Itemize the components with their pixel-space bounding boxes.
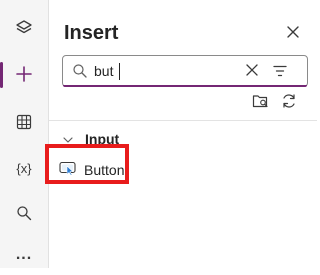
close-button[interactable] bbox=[281, 22, 305, 46]
tree-view-button[interactable] bbox=[0, 8, 48, 48]
data-table-icon bbox=[16, 114, 32, 130]
group-label: Input bbox=[85, 131, 120, 147]
search-rail-button[interactable] bbox=[0, 193, 48, 233]
search-icon bbox=[72, 63, 88, 84]
folder-search-icon bbox=[252, 93, 270, 114]
button-icon bbox=[59, 159, 77, 182]
more-icon: ... bbox=[15, 246, 33, 263]
search-icon bbox=[16, 205, 32, 221]
refresh-icon bbox=[281, 93, 297, 114]
text-caret bbox=[119, 63, 120, 80]
close-icon bbox=[246, 64, 258, 76]
list-item-button[interactable]: Button bbox=[59, 157, 149, 183]
more-button[interactable]: ... bbox=[0, 235, 48, 275]
filter-button[interactable] bbox=[273, 64, 287, 82]
browse-folder-button[interactable] bbox=[251, 93, 271, 113]
group-header-input[interactable]: Input bbox=[63, 129, 119, 149]
search-input[interactable] bbox=[94, 60, 234, 82]
insert-button[interactable] bbox=[0, 54, 48, 94]
divider bbox=[49, 120, 317, 121]
layers-icon bbox=[15, 19, 33, 37]
filter-icon bbox=[273, 65, 287, 77]
insert-panel: Insert but Input Button bbox=[49, 0, 317, 268]
data-button[interactable] bbox=[0, 102, 48, 142]
left-rail: {x} ... bbox=[0, 0, 49, 268]
list-item-label: Button bbox=[84, 162, 125, 178]
refresh-button[interactable] bbox=[279, 93, 299, 113]
variables-icon: {x} bbox=[16, 160, 32, 176]
plus-icon bbox=[15, 65, 33, 83]
clear-search-button[interactable] bbox=[245, 63, 259, 82]
panel-title: Insert bbox=[64, 22, 119, 44]
chevron-down-icon bbox=[63, 131, 73, 147]
variables-button[interactable]: {x} bbox=[0, 148, 48, 188]
close-icon bbox=[286, 25, 300, 44]
search-box bbox=[62, 55, 308, 87]
